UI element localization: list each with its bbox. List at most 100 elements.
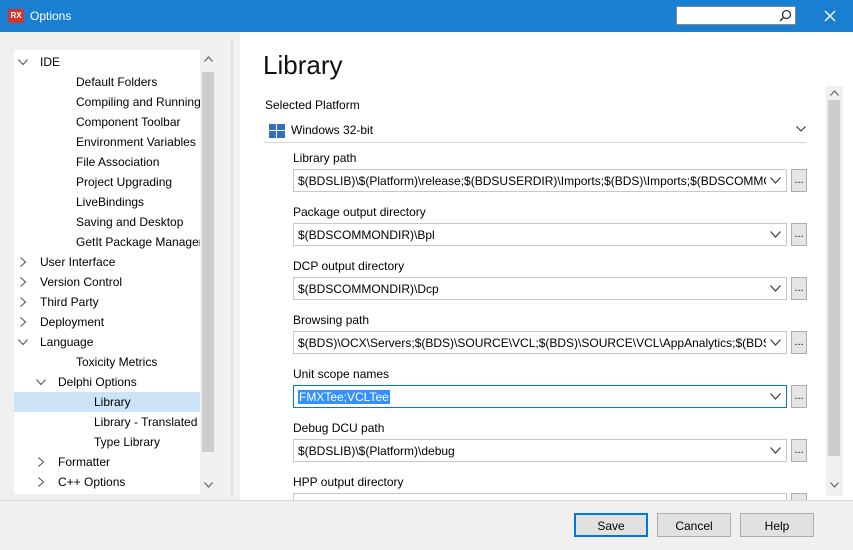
browse-button[interactable]: ... <box>791 439 807 462</box>
tree-item[interactable]: Environment Variables <box>14 132 200 152</box>
tree-item[interactable]: C++ Options <box>14 472 200 492</box>
path-combobox[interactable]: $(BDSLIB)\$(Platform)\release;$(BDSUSERD… <box>293 169 787 192</box>
tree-item-label: Deployment <box>40 315 105 329</box>
path-combobox[interactable] <box>293 493 787 500</box>
path-value: $(BDSCOMMONDIR)\Bpl <box>298 228 435 242</box>
search-icon <box>779 9 792 22</box>
chevron-right-icon[interactable] <box>36 457 46 467</box>
chevron-right-icon[interactable] <box>18 277 28 287</box>
chevron-right-icon[interactable] <box>36 477 46 487</box>
browse-button[interactable]: ... <box>791 331 807 354</box>
chevron-down-icon[interactable] <box>36 377 46 387</box>
page-scroll-thumb[interactable] <box>828 100 840 456</box>
tree-item[interactable]: Third Party <box>14 292 200 312</box>
chevron-down-icon[interactable] <box>770 393 781 400</box>
tree-item-label: Version Control <box>40 275 123 289</box>
options-tree[interactable]: IDE Default Folders Compiling and Running C… <box>14 50 216 494</box>
tree-scrollbar[interactable] <box>200 50 216 494</box>
tree-item-label: IDE <box>40 55 61 69</box>
tree-item-label: User Interface <box>40 255 116 269</box>
field-label: Library path <box>293 151 357 165</box>
path-value: FMXTee;VCLTee <box>298 390 390 404</box>
tree-item[interactable]: Language <box>14 332 200 352</box>
scroll-down-icon[interactable] <box>204 482 213 488</box>
scroll-up-icon[interactable] <box>204 56 213 62</box>
tree-item[interactable]: Project Upgrading <box>14 172 200 192</box>
help-button[interactable]: Help <box>740 513 814 537</box>
browse-button[interactable]: ... <box>791 169 807 192</box>
app-logo-icon: RX <box>8 9 24 23</box>
tree-item[interactable]: Formatter <box>14 452 200 472</box>
path-combobox[interactable]: $(BDSCOMMONDIR)\Dcp <box>293 277 787 300</box>
field-label: HPP output directory <box>293 475 404 489</box>
path-combobox[interactable]: $(BDSLIB)\$(Platform)\debug <box>293 439 787 462</box>
chevron-right-icon[interactable] <box>18 317 28 327</box>
tree-item[interactable]: Library - Translated <box>14 412 200 432</box>
tree-item-label: Saving and Desktop <box>76 215 184 229</box>
tree-item-label: LiveBindings <box>76 195 145 209</box>
platform-select[interactable]: Windows 32-bit <box>264 118 806 143</box>
tree-item[interactable]: Delphi Options <box>14 372 200 392</box>
tree-item[interactable]: LiveBindings <box>14 192 200 212</box>
tree-item[interactable]: Version Control <box>14 272 200 292</box>
tree-item[interactable]: Library <box>14 392 200 412</box>
settings-page: Library Selected Platform Windows 32-bit… <box>240 32 853 500</box>
chevron-right-icon[interactable] <box>18 297 28 307</box>
browse-button[interactable]: ... <box>791 277 807 300</box>
close-button[interactable] <box>812 0 848 32</box>
tree-item-label: Toxicity Metrics <box>76 355 158 369</box>
chevron-right-icon[interactable] <box>18 257 28 267</box>
tree-item-label: File Association <box>76 155 160 169</box>
chevron-down-icon[interactable] <box>18 57 28 67</box>
chevron-down-icon[interactable] <box>770 231 781 238</box>
tree-item-label: Third Party <box>40 295 99 309</box>
path-combobox[interactable]: $(BDS)\OCX\Servers;$(BDS)\SOURCE\VCL;$(B… <box>293 331 787 354</box>
chevron-down-icon[interactable] <box>770 447 781 454</box>
browse-button[interactable]: ... <box>791 493 807 500</box>
scroll-up-icon[interactable] <box>830 90 839 96</box>
tree-item[interactable]: IDE <box>14 52 200 72</box>
window-title: Options <box>30 9 72 23</box>
field-label: Package output directory <box>293 205 426 219</box>
tree-item[interactable]: File Association <box>14 152 200 172</box>
page-scrollbar[interactable] <box>826 86 843 496</box>
browse-button[interactable]: ... <box>791 223 807 246</box>
save-button[interactable]: Save <box>574 513 648 537</box>
chevron-down-icon[interactable] <box>770 177 781 184</box>
scroll-down-icon[interactable] <box>830 482 839 488</box>
field-label: Browsing path <box>293 313 370 327</box>
tree-item-label: Formatter <box>58 455 111 469</box>
tree-item-label: C++ Options <box>58 475 126 489</box>
tree-item[interactable]: User Interface <box>14 252 200 272</box>
dialog-button-bar: Save Cancel Help <box>0 500 853 550</box>
tree-item[interactable]: Default Folders <box>14 72 200 92</box>
panel-splitter[interactable] <box>231 40 233 496</box>
tree-item[interactable]: Deployment <box>14 312 200 332</box>
path-value: $(BDS)\OCX\Servers;$(BDS)\SOURCE\VCL;$(B… <box>298 336 766 350</box>
chevron-down-icon[interactable] <box>18 337 28 347</box>
browse-button[interactable]: ... <box>791 385 807 408</box>
windows-logo-icon <box>269 124 285 138</box>
options-search-input[interactable] <box>676 6 796 25</box>
tree-item[interactable]: GetIt Package Manager <box>14 232 203 252</box>
tree-scroll-thumb[interactable] <box>202 72 214 452</box>
tree-item[interactable]: Toxicity Metrics <box>14 352 200 372</box>
tree-item[interactable]: Saving and Desktop <box>14 212 200 232</box>
chevron-down-icon[interactable] <box>770 339 781 346</box>
tree-item-label: Library <box>94 395 131 409</box>
tree-item[interactable]: Type Library <box>14 432 200 452</box>
path-value: $(BDSLIB)\$(Platform)\debug <box>298 444 455 458</box>
tree-item[interactable]: Compiling and Running <box>14 92 201 112</box>
chevron-down-icon[interactable] <box>770 285 781 292</box>
page-title: Library <box>263 50 343 80</box>
tree-item-label: Project Upgrading <box>76 175 173 189</box>
tree-item-label: Component Toolbar <box>76 115 181 129</box>
platform-value: Windows 32-bit <box>291 123 374 137</box>
path-combobox[interactable]: FMXTee;VCLTee <box>293 385 787 408</box>
cancel-button[interactable]: Cancel <box>657 513 731 537</box>
tree-item-label: Environment Variables <box>76 135 196 149</box>
tree-item[interactable]: Component Toolbar <box>14 112 200 132</box>
path-combobox[interactable]: $(BDSCOMMONDIR)\Bpl <box>293 223 787 246</box>
platform-label: Selected Platform <box>265 98 360 112</box>
title-bar: RX Options <box>0 0 853 32</box>
